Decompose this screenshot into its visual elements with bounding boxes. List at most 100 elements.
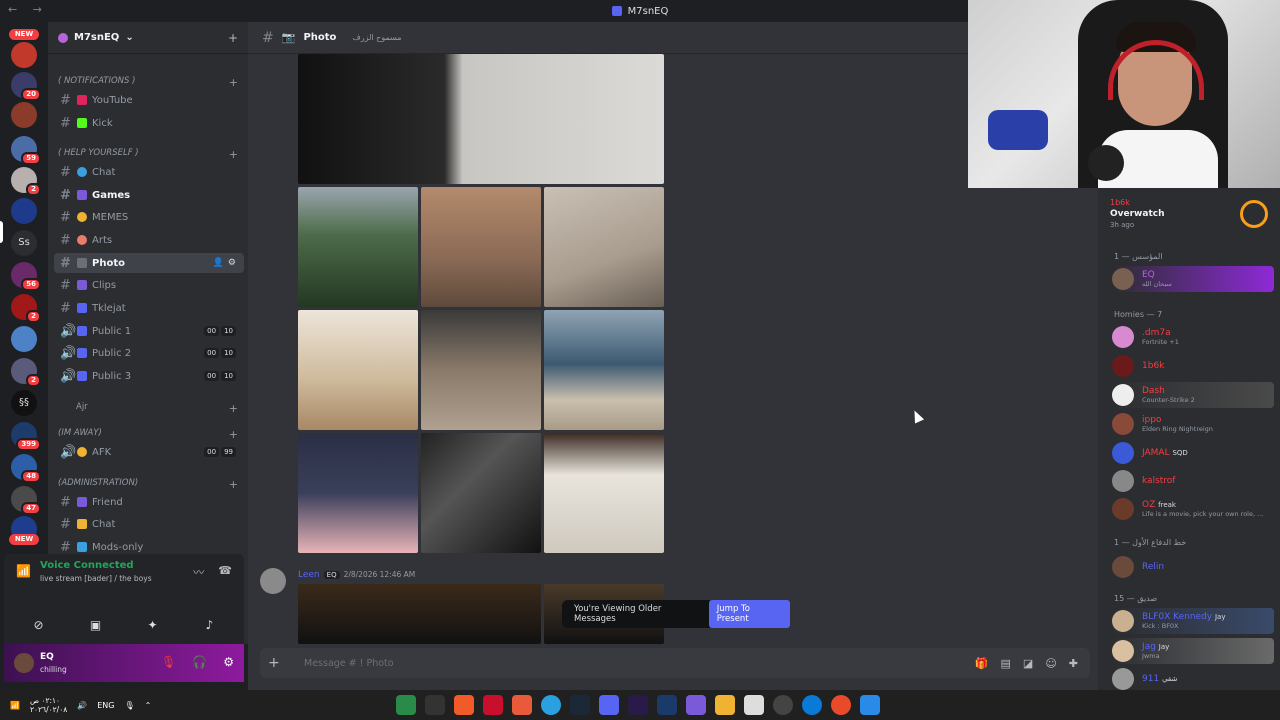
store-icon[interactable] <box>744 695 764 715</box>
channel-photo[interactable]: # Photo 👤 ⚙ <box>54 253 244 273</box>
mute-icon[interactable]: 🎙 <box>161 655 176 669</box>
photo-shop[interactable] <box>421 310 541 430</box>
channel-kick[interactable]: # Kick <box>54 113 244 133</box>
terminal-icon[interactable] <box>425 695 445 715</box>
photo-lens[interactable] <box>421 433 541 553</box>
activities-icon[interactable]: ✦ <box>131 614 175 636</box>
plus-icon[interactable]: + <box>229 76 238 89</box>
photoshop-icon[interactable] <box>657 695 677 715</box>
server-icon[interactable]: 59 <box>11 136 41 165</box>
voice-status[interactable]: Voice Connected <box>40 560 134 571</box>
photo-hills[interactable] <box>298 187 418 307</box>
photo-night[interactable] <box>298 584 541 644</box>
gear-icon[interactable]: ⚙ <box>228 258 236 268</box>
member[interactable]: 911 شقي <box>1112 666 1274 692</box>
category-help[interactable]: ( HELP YOURSELF ) + <box>58 148 238 161</box>
steam-icon[interactable] <box>570 695 590 715</box>
mic-icon[interactable]: 🎙 <box>124 701 134 710</box>
add-member-icon[interactable]: + <box>228 31 238 45</box>
server-icon[interactable]: 56 <box>11 262 41 291</box>
server-icon[interactable] <box>11 326 37 352</box>
telegram-icon[interactable] <box>541 695 561 715</box>
chevron-up-icon[interactable]: ⌃ <box>145 701 152 710</box>
server-icon[interactable]: 2 <box>11 294 41 323</box>
voice-public-1[interactable]: 🔊 Public 1 00 10 <box>54 321 244 341</box>
channel-youtube[interactable]: # YouTube <box>54 90 244 110</box>
apps-icon[interactable]: ✚ <box>1069 657 1078 670</box>
photo-sunset-sea[interactable] <box>421 187 541 307</box>
avatar[interactable] <box>260 568 286 594</box>
category-admin[interactable]: (ADMINISTRATION) + <box>58 478 238 491</box>
server-icon[interactable]: 399 <box>11 422 41 451</box>
member[interactable]: Jag Jay Jwma <box>1112 638 1274 664</box>
start-icon[interactable] <box>860 695 880 715</box>
app-icon[interactable] <box>686 695 706 715</box>
photo-floor[interactable] <box>544 187 664 307</box>
voice-public-2[interactable]: 🔊 Public 2 00 10 <box>54 343 244 363</box>
app-icon[interactable] <box>512 695 532 715</box>
channel-arts[interactable]: # Arts <box>54 230 244 250</box>
wifi-icon[interactable]: 📶 <box>10 701 20 710</box>
category-away[interactable]: (IM AWAY) + <box>58 428 238 441</box>
channel-chat-admin[interactable]: # Chat <box>54 514 244 534</box>
acrobat-icon[interactable] <box>483 695 503 715</box>
premiere-icon[interactable] <box>628 695 648 715</box>
photo-cats[interactable] <box>298 310 418 430</box>
screenshare-icon[interactable]: ▣ <box>74 614 118 636</box>
language-indicator[interactable]: ENG <box>97 701 114 710</box>
activity-card[interactable]: 1b6k Overwatch 3h ago <box>1110 198 1165 229</box>
channel-clips[interactable]: # Clips <box>54 275 244 295</box>
server-icon[interactable]: 2 <box>11 358 41 387</box>
channel-topic[interactable]: مسموح الزرف <box>352 33 401 42</box>
noise-icon[interactable]: 〰 <box>193 564 204 580</box>
voice-afk[interactable]: 🔊 AFK 00 99 <box>54 442 244 462</box>
member[interactable]: Dash Counter-Strike 2 <box>1112 382 1274 408</box>
member[interactable]: 1b6k <box>1112 353 1274 379</box>
member[interactable]: EQ سبحان الله <box>1112 266 1274 292</box>
emoji-icon[interactable]: ☺ <box>1045 657 1056 670</box>
edge-icon[interactable] <box>802 695 822 715</box>
server-icon[interactable]: 20 <box>11 72 41 101</box>
excel-icon[interactable] <box>396 695 416 715</box>
channel-memes[interactable]: # MEMES <box>54 207 244 227</box>
voice-public-3[interactable]: 🔊 Public 3 00 10 <box>54 366 244 386</box>
app-icon[interactable] <box>773 695 793 715</box>
server-header[interactable]: M7snEQ ⌄ + <box>48 22 248 54</box>
message-author[interactable]: Leen <box>298 570 320 580</box>
server-icon[interactable]: Ss <box>11 230 37 256</box>
member[interactable]: kalstrof <box>1112 468 1274 494</box>
clock-date[interactable]: ٢٠٢٦/٠٢/٠٨ <box>30 705 67 714</box>
brave-icon[interactable] <box>454 695 474 715</box>
clock-time[interactable]: ٠٢:١٠ ص <box>30 696 67 705</box>
server-icon[interactable] <box>11 102 37 128</box>
settings-gear-icon[interactable]: ⚙ <box>223 655 234 669</box>
nav-arrows[interactable]: ← → <box>8 3 48 16</box>
voice-channel[interactable]: live stream [bader] / the boys <box>40 574 152 583</box>
server-icon[interactable]: §§ <box>11 390 37 416</box>
chrome-icon[interactable] <box>831 695 851 715</box>
discord-icon[interactable] <box>599 695 619 715</box>
server-icon[interactable]: 2 <box>11 167 41 196</box>
plus-icon[interactable]: + <box>229 402 238 415</box>
member[interactable]: BLF0X Kennedy Jay Kick : BF0X <box>1112 608 1274 634</box>
photo-coffee[interactable] <box>544 433 664 553</box>
jump-to-present-button[interactable]: Jump To Present <box>708 600 790 628</box>
photo-hoodie[interactable] <box>298 433 418 553</box>
plus-icon[interactable]: + <box>229 428 238 441</box>
sticker-icon[interactable]: ◪ <box>1023 657 1033 670</box>
channel-tklejat[interactable]: # Tklejat <box>54 298 244 318</box>
member[interactable]: Relin <box>1112 554 1274 580</box>
member[interactable]: JAMAL SQD <box>1112 440 1274 466</box>
channel-games[interactable]: # Games <box>54 185 244 205</box>
volume-icon[interactable]: 🔊 <box>77 701 87 710</box>
channel-friend[interactable]: # Friend <box>54 492 244 512</box>
category-notifications[interactable]: ( NOTIFICATIONS ) + <box>58 76 238 89</box>
gift-icon[interactable]: 🎁 <box>975 657 989 670</box>
plus-icon[interactable]: + <box>268 655 288 671</box>
server-icon[interactable] <box>11 42 37 68</box>
category-ajr[interactable]: Ajr + <box>58 402 238 415</box>
plus-icon[interactable]: + <box>229 478 238 491</box>
member[interactable]: ippo Elden Ring Nightreign <box>1112 411 1274 437</box>
invite-icon[interactable]: 👤 <box>213 258 224 268</box>
camera-off-icon[interactable]: ⊘ <box>17 614 61 636</box>
